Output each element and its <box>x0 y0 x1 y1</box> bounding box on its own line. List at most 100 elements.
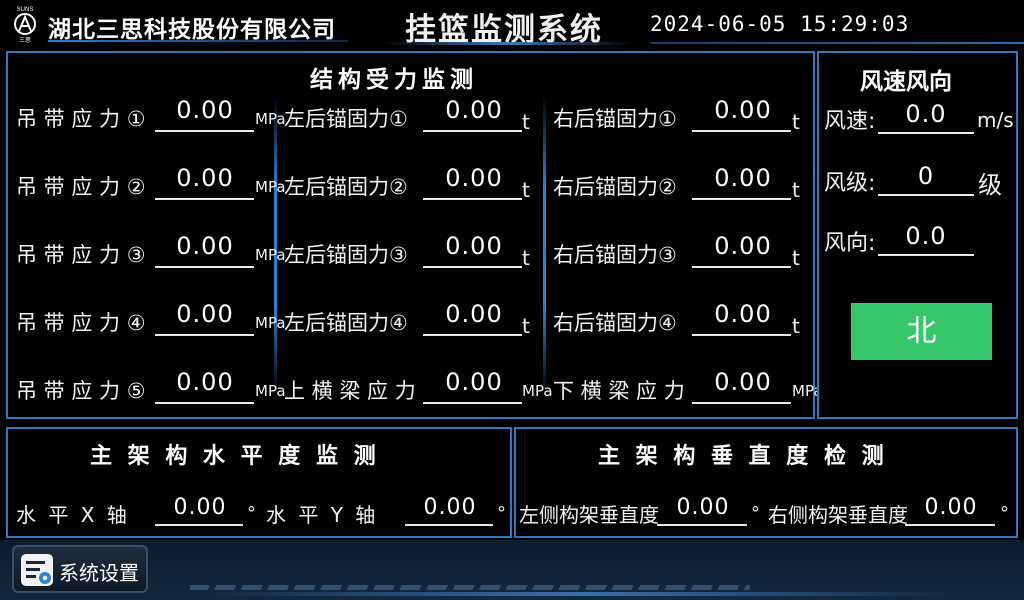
hanger-stress-label-1: 吊 带 应 力 ① <box>16 107 146 131</box>
right-col-value-2: 0.00 <box>714 164 772 192</box>
right-col-unit-1: t <box>792 110 800 134</box>
title-underline <box>380 42 635 45</box>
structure-panel-title: 结构受力监测 <box>310 67 478 93</box>
right-col-underline-2 <box>692 198 791 200</box>
hanger-stress-label-4: 吊 带 应 力 ④ <box>16 311 146 335</box>
hanger-stress-value-3: 0.00 <box>176 232 234 260</box>
logo-bottom-text: 三思 <box>19 37 31 44</box>
hanger-stress-label-2: 吊 带 应 力 ② <box>16 175 146 199</box>
wind-speed-unit: m/s <box>977 108 1014 132</box>
wind-level-value: 0 <box>917 162 935 190</box>
vertical-left-label: 左侧构架垂直度 <box>519 503 659 527</box>
level-x-unit: ° <box>247 503 256 524</box>
hanger-stress-unit-4: MPa <box>255 314 286 332</box>
hanger-stress-label-3: 吊 带 应 力 ③ <box>16 243 146 267</box>
level-x-underline <box>155 524 243 526</box>
hanger-stress-unit-2: MPa <box>255 178 286 196</box>
vertical-left-value: 0.00 <box>676 495 730 520</box>
hanger-stress-unit-1: MPa <box>255 110 286 128</box>
wind-level-label: 风级: <box>824 171 876 196</box>
company-logo: SUNS 三思 <box>14 7 36 44</box>
left-col-unit-5: MPa <box>522 382 553 400</box>
left-col-unit-3: t <box>522 246 530 270</box>
hanger-stress-underline-2 <box>155 198 254 200</box>
footer-stripe <box>190 585 750 590</box>
wind-panel-title: 风速风向 <box>860 69 952 95</box>
left-col-underline-3 <box>423 266 522 268</box>
right-col-label-3: 右后锚固力③ <box>553 243 677 267</box>
hanger-stress-value-1: 0.00 <box>176 96 234 124</box>
level-x-label: 水 平 X 轴 <box>16 503 130 527</box>
left-col-label-3: 左后锚固力③ <box>284 243 408 267</box>
right-col-label-5: 下 横 梁 应 力 <box>553 379 685 403</box>
right-col-value-5: 0.00 <box>714 368 772 396</box>
right-col-underline-3 <box>692 266 791 268</box>
settings-gear-list-icon <box>21 554 53 586</box>
left-col-value-2: 0.00 <box>445 164 503 192</box>
wind-direction-value: 0.0 <box>905 222 947 250</box>
footer-glow-line <box>200 592 960 596</box>
left-col-value-4: 0.00 <box>445 300 503 328</box>
wind-direction-underline <box>878 254 974 256</box>
level-y-label: 水 平 Y 轴 <box>266 503 379 527</box>
vertical-right-value: 0.00 <box>924 495 978 520</box>
level-x-value: 0.00 <box>173 495 227 520</box>
hanger-stress-label-5: 吊 带 应 力 ⑤ <box>16 379 146 403</box>
hanger-stress-unit-3: MPa <box>255 246 286 264</box>
hanger-stress-value-5: 0.00 <box>176 368 234 396</box>
right-col-label-4: 右后锚固力④ <box>553 311 677 335</box>
right-col-underline-4 <box>692 334 791 336</box>
right-col-value-1: 0.00 <box>714 96 772 124</box>
level-y-value: 0.00 <box>423 495 477 520</box>
left-col-unit-4: t <box>522 314 530 338</box>
right-col-unit-3: t <box>792 246 800 270</box>
wind-direction-button[interactable]: 北 <box>851 303 992 360</box>
left-col-underline-5 <box>423 402 522 404</box>
hanger-stress-underline-3 <box>155 266 254 268</box>
vertical-right-label: 右侧构架垂直度 <box>768 503 908 527</box>
level-panel-title: 主 架 构 水 平 度 监 测 <box>90 444 380 469</box>
company-underline <box>48 40 348 42</box>
hanger-stress-underline-5 <box>155 402 254 404</box>
left-col-underline-2 <box>423 198 522 200</box>
datetime-display: 2024-06-05 15:29:03 <box>650 12 910 36</box>
level-y-unit: ° <box>497 503 506 524</box>
wind-speed-label: 风速: <box>824 109 876 134</box>
hanger-stress-value-2: 0.00 <box>176 164 234 192</box>
datetime-underline <box>650 42 1024 44</box>
left-col-underline-1 <box>423 130 522 132</box>
wind-speed-underline <box>878 132 974 134</box>
wind-level-underline <box>878 194 974 196</box>
wind-speed-value: 0.0 <box>905 100 947 128</box>
footer-bar <box>0 540 1024 600</box>
logo-top-text: SUNS <box>17 7 34 13</box>
hanger-stress-value-4: 0.00 <box>176 300 234 328</box>
right-col-unit-4: t <box>792 314 800 338</box>
vertical-right-unit: ° <box>1000 503 1009 524</box>
level-y-underline <box>405 524 493 526</box>
left-col-value-5: 0.00 <box>445 368 503 396</box>
left-col-label-4: 左后锚固力④ <box>284 311 408 335</box>
system-settings-button[interactable]: 系统设置 <box>12 545 148 593</box>
left-col-value-3: 0.00 <box>445 232 503 260</box>
left-col-value-1: 0.00 <box>445 96 503 124</box>
right-col-underline-1 <box>692 130 791 132</box>
wind-level-unit: 级 <box>978 171 1002 199</box>
vertical-left-underline <box>657 524 747 526</box>
left-col-underline-4 <box>423 334 522 336</box>
hanger-stress-underline-1 <box>155 130 254 132</box>
hanger-stress-underline-4 <box>155 334 254 336</box>
right-col-unit-2: t <box>792 178 800 202</box>
left-col-label-1: 左后锚固力① <box>284 107 408 131</box>
vertical-panel-title: 主 架 构 垂 直 度 检 测 <box>598 444 888 469</box>
column-divider-2 <box>543 96 546 396</box>
left-col-unit-2: t <box>522 178 530 202</box>
company-name: 湖北三思科技股份有限公司 <box>48 17 336 43</box>
right-col-value-4: 0.00 <box>714 300 772 328</box>
vertical-right-underline <box>905 524 995 526</box>
right-col-underline-5 <box>692 402 791 404</box>
hanger-stress-unit-5: MPa <box>255 382 286 400</box>
left-col-unit-1: t <box>522 110 530 134</box>
right-col-label-1: 右后锚固力① <box>553 107 677 131</box>
right-col-value-3: 0.00 <box>714 232 772 260</box>
